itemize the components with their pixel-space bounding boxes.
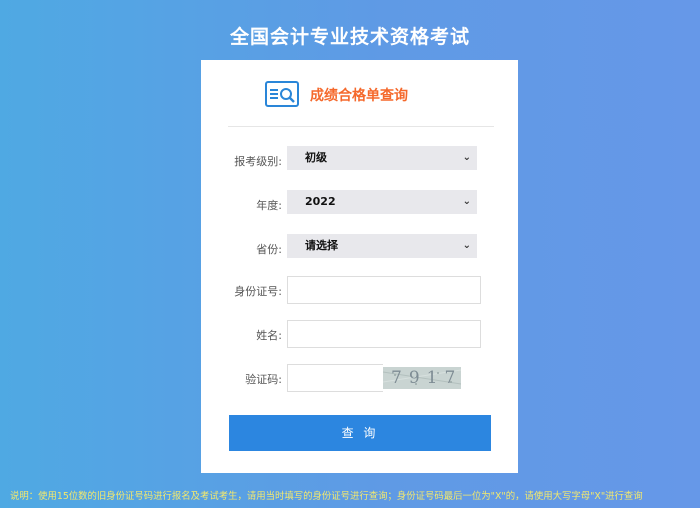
level-label: 报考级别:: [234, 155, 282, 168]
captcha-row: 验证码: 7917: [201, 364, 518, 392]
province-select-value: 请选择: [305, 239, 338, 252]
chevron-down-icon: ⌄: [462, 152, 471, 163]
footnote: 说明：使用15位数的旧身份证号码进行报名及考试考生，请用当时填写的身份证号进行查…: [10, 491, 643, 502]
query-card: 成绩合格单查询 报考级别: 初级 ⌄ 年度: 2022 ⌄ 省份: 请选择 ⌄ …: [201, 60, 518, 473]
captcha-label: 验证码:: [245, 373, 282, 386]
card-header: 成绩合格单查询: [201, 60, 518, 126]
province-row: 省份: 请选择 ⌄: [201, 234, 518, 262]
captcha-input[interactable]: [287, 364, 383, 392]
province-label: 省份:: [256, 243, 282, 256]
id-number-label: 身份证号:: [234, 285, 282, 298]
query-button[interactable]: 查 询: [229, 415, 491, 451]
name-label: 姓名:: [256, 329, 282, 342]
year-row: 年度: 2022 ⌄: [201, 190, 518, 218]
level-row: 报考级别: 初级 ⌄: [201, 146, 518, 174]
id-number-input[interactable]: [287, 276, 481, 304]
year-select-value: 2022: [305, 195, 336, 208]
level-select[interactable]: 初级 ⌄: [287, 146, 477, 170]
level-select-value: 初级: [305, 151, 327, 164]
chevron-down-icon: ⌄: [462, 240, 471, 251]
captcha-image[interactable]: 7917: [383, 367, 461, 389]
card-heading: 成绩合格单查询: [310, 88, 408, 104]
captcha-code: 7917: [391, 368, 461, 388]
name-row: 姓名:: [201, 320, 518, 348]
chevron-down-icon: ⌄: [462, 196, 471, 207]
name-input[interactable]: [287, 320, 481, 348]
year-select[interactable]: 2022 ⌄: [287, 190, 477, 214]
province-select[interactable]: 请选择 ⌄: [287, 234, 477, 258]
id-number-row: 身份证号:: [201, 276, 518, 304]
page-title: 全国会计专业技术资格考试: [229, 26, 470, 48]
year-label: 年度:: [256, 199, 282, 212]
header-divider: [228, 126, 494, 127]
search-document-icon: [265, 81, 299, 107]
